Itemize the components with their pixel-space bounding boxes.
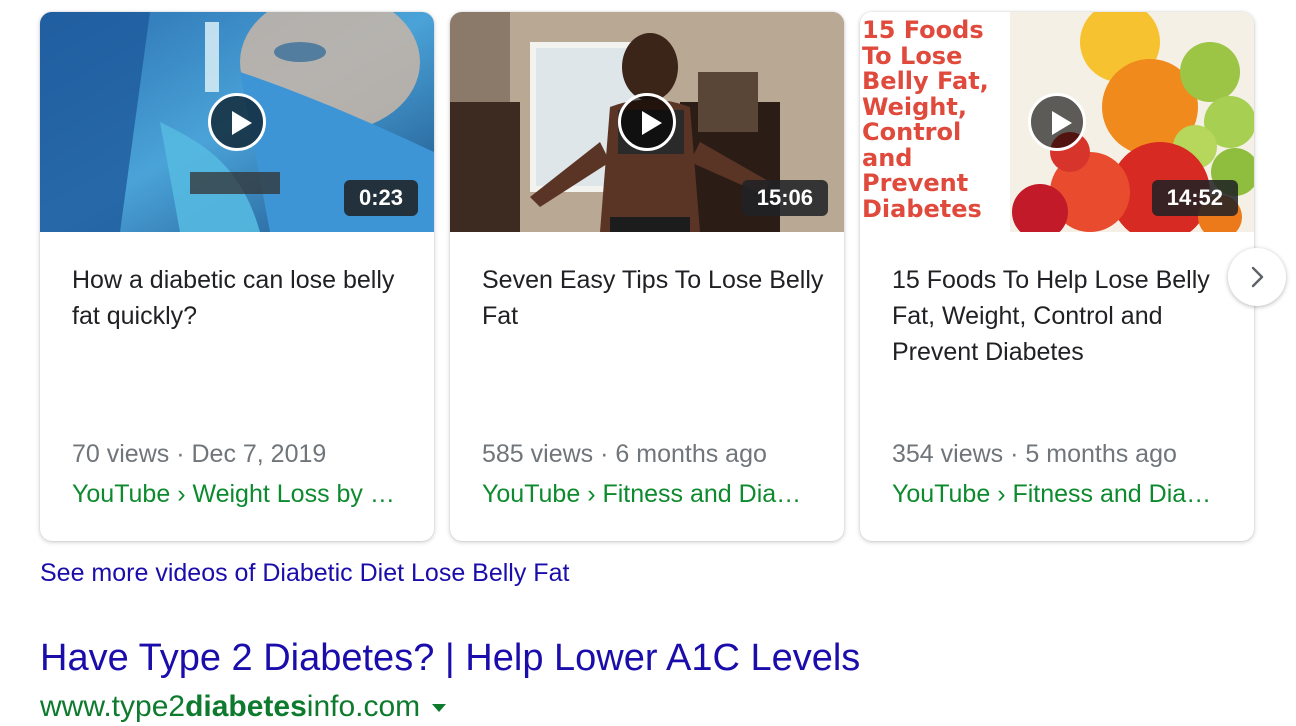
play-icon[interactable] xyxy=(618,93,676,151)
play-icon[interactable] xyxy=(1028,93,1086,151)
duration-badge: 14:52 xyxy=(1151,180,1238,216)
meta-separator: · xyxy=(169,440,192,468)
video-thumbnail[interactable]: 15 Foods To Lose Belly Fat, Weight, Cont… xyxy=(860,12,1254,232)
video-title[interactable]: How a diabetic can lose belly fat quickl… xyxy=(72,262,417,334)
video-thumbnail[interactable]: 15:06 xyxy=(450,12,844,232)
see-more-videos-link[interactable]: See more videos of Diabetic Diet Lose Be… xyxy=(40,556,569,590)
video-card-3[interactable]: 15 Foods To Lose Belly Fat, Weight, Cont… xyxy=(860,12,1254,541)
video-meta: 354 views · 5 months ago xyxy=(892,436,1237,472)
view-count: 354 views xyxy=(892,440,1004,468)
video-meta: 585 views · 6 months ago xyxy=(482,436,827,472)
url-prefix: www.type2 xyxy=(40,690,186,723)
carousel-next-button[interactable] xyxy=(1228,248,1286,306)
chevron-right-icon xyxy=(1251,266,1264,288)
video-meta: 70 views · Dec 7, 2019 xyxy=(72,436,417,472)
meta-separator: · xyxy=(1003,440,1026,468)
view-count: 70 views xyxy=(72,440,170,468)
video-source[interactable]: YouTube › Fitness and Dia… xyxy=(482,476,812,512)
video-source[interactable]: YouTube › Fitness and Dia… xyxy=(892,476,1222,512)
video-thumbnail[interactable]: 0:23 xyxy=(40,12,434,232)
url-bold-term: diabetes xyxy=(185,690,307,723)
view-count: 585 views xyxy=(482,440,594,468)
video-title[interactable]: 15 Foods To Help Lose Belly Fat, Weight,… xyxy=(892,262,1237,370)
video-card-2[interactable]: 15:06 Seven Easy Tips To Lose Belly Fat … xyxy=(450,12,844,541)
meta-separator: · xyxy=(593,440,616,468)
video-source[interactable]: YouTube › Weight Loss by … xyxy=(72,476,402,512)
ad-result-url[interactable]: www.type2diabetesinfo.com xyxy=(40,688,447,726)
video-title[interactable]: Seven Easy Tips To Lose Belly Fat xyxy=(482,262,827,334)
upload-date: 6 months ago xyxy=(615,440,767,468)
ad-result-title[interactable]: Have Type 2 Diabetes? | Help Lower A1C L… xyxy=(40,634,860,682)
url-suffix: info.com xyxy=(306,690,421,723)
upload-date: 5 months ago xyxy=(1025,440,1177,468)
play-icon[interactable] xyxy=(208,93,266,151)
dropdown-caret-icon[interactable] xyxy=(432,704,447,713)
duration-badge: 0:23 xyxy=(343,180,418,216)
video-card-1[interactable]: 0:23 How a diabetic can lose belly fat q… xyxy=(40,12,434,541)
duration-badge: 15:06 xyxy=(741,180,828,216)
upload-date: Dec 7, 2019 xyxy=(191,440,327,468)
thumbnail-overlay-text: 15 Foods To Lose Belly Fat, Weight, Cont… xyxy=(862,16,989,223)
